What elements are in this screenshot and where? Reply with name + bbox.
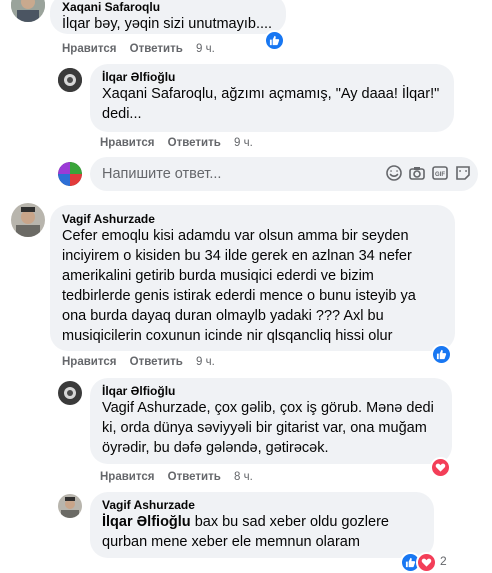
reaction-badge[interactable] — [264, 30, 285, 51]
comment-text-line: inciyirem o kisiden bu 34 ilde gerek en … — [62, 248, 412, 264]
timestamp[interactable]: 9 ч. — [234, 137, 253, 149]
reaction-count: 2 — [440, 554, 447, 568]
like-icon — [269, 35, 280, 46]
reply-button[interactable]: Ответить — [130, 356, 183, 368]
camera-icon[interactable] — [408, 164, 426, 182]
comment-text-line: ona burda dayaq duran olmaylb yadaki ???… — [62, 308, 384, 324]
like-icon — [405, 557, 416, 568]
like-button[interactable]: Нравится — [62, 43, 116, 55]
comment-text-line: Cefer emoqlu kisi adamdu var olsun amma … — [62, 228, 409, 244]
reply-button[interactable]: Ответить — [168, 137, 221, 149]
timestamp[interactable]: 9 ч. — [196, 356, 215, 368]
heart-icon — [421, 558, 432, 567]
like-button[interactable]: Нравится — [100, 137, 154, 149]
avatar[interactable] — [58, 381, 82, 405]
reply-input[interactable]: Напишите ответ... GIF — [90, 157, 478, 191]
reaction-badge[interactable] — [431, 344, 452, 365]
current-user-avatar[interactable] — [58, 162, 82, 186]
like-button[interactable]: Нравится — [62, 356, 116, 368]
comment-text-line: Xaqani Safaroqlu, ağzımı açmamış, "Ay da… — [102, 86, 440, 102]
comment-actions: Нравится Ответить 8 ч. — [100, 471, 263, 483]
reply-button[interactable]: Ответить — [168, 471, 221, 483]
comment-text-line: tedbirlerde genis istirak ederdi mence o… — [62, 288, 416, 304]
comment-author[interactable]: Vagif Ashurzade — [62, 212, 443, 226]
reaction-badge[interactable] — [430, 457, 451, 478]
comment-text: bax bu sad xeber oldu gozlere — [190, 514, 389, 530]
like-icon — [436, 349, 447, 360]
comment-bubble: İlqar Əlfioğlu Xaqani Safaroqlu, ağzımı … — [90, 64, 454, 132]
emoji-icon[interactable] — [454, 164, 472, 182]
comment-actions: Нравится Ответить 9 ч. — [62, 43, 225, 55]
gif-icon[interactable]: GIF — [431, 164, 449, 182]
avatar[interactable] — [58, 68, 82, 92]
like-button[interactable]: Нравится — [100, 471, 154, 483]
comment-text-line: dedi... — [102, 106, 142, 122]
comment-text-line: ki, orda dünya səviyyəli bir gitarist va… — [102, 420, 427, 436]
timestamp[interactable]: 9 ч. — [196, 43, 215, 55]
svg-text:GIF: GIF — [435, 172, 445, 178]
comment-author[interactable]: Xaqani Safaroqlu — [62, 0, 274, 14]
reaction-badge — [416, 552, 437, 573]
reply-button[interactable]: Ответить — [130, 43, 183, 55]
avatar[interactable] — [58, 494, 82, 518]
comment-text-line: amerikalini getirib burda musiqici ederd… — [62, 268, 374, 284]
reaction-summary[interactable]: 2 — [400, 552, 460, 573]
comment-bubble: Vagif Ashurzade İlqar Əlfioğlu bax bu sa… — [90, 492, 434, 558]
heart-icon — [435, 463, 446, 472]
avatar[interactable] — [11, 203, 45, 237]
reply-placeholder: Напишите ответ... — [102, 166, 222, 182]
sticker-icon[interactable] — [385, 164, 403, 182]
comment-bubble: Vagif Ashurzade Cefer emoqlu kisi adamdu… — [50, 205, 455, 351]
comment-text-line: Vagif Ashurzade, çox gəlib, çox iş görub… — [102, 400, 434, 416]
comment-actions: Нравится Ответить 9 ч. — [100, 137, 263, 149]
comment-text: İlqar bəy, yəqin sizi unutmayıb.... — [62, 16, 273, 32]
comment-text-line: öyrədir, bu dəfə gələndə, gətirəcək. — [102, 440, 329, 456]
comment-author[interactable]: İlqar Əlfioğlu — [102, 384, 440, 398]
mention-link[interactable]: İlqar Əlfioğlu — [102, 514, 191, 530]
comment-author[interactable]: İlqar Əlfioğlu — [102, 70, 442, 84]
comment-text-line: qurban mene xeber ele memnun olaram — [102, 534, 360, 550]
timestamp[interactable]: 8 ч. — [234, 471, 253, 483]
comment-text-line: musiqicilerin coxunun icinde nir qlsqanc… — [62, 328, 393, 344]
comment-author[interactable]: Vagif Ashurzade — [102, 498, 422, 512]
comment-actions: Нравится Ответить 9 ч. — [62, 356, 225, 368]
comment-bubble: Xaqani Safaroqlu İlqar bəy, yəqin sizi u… — [50, 0, 286, 34]
comment-bubble: İlqar Əlfioğlu Vagif Ashurzade, çox gəli… — [90, 378, 452, 464]
comment-text-line: İlqar Əlfioğlu bax bu sad xeber oldu goz… — [102, 512, 422, 532]
reply-input-toolbar: GIF — [385, 164, 472, 182]
avatar[interactable] — [11, 0, 45, 22]
